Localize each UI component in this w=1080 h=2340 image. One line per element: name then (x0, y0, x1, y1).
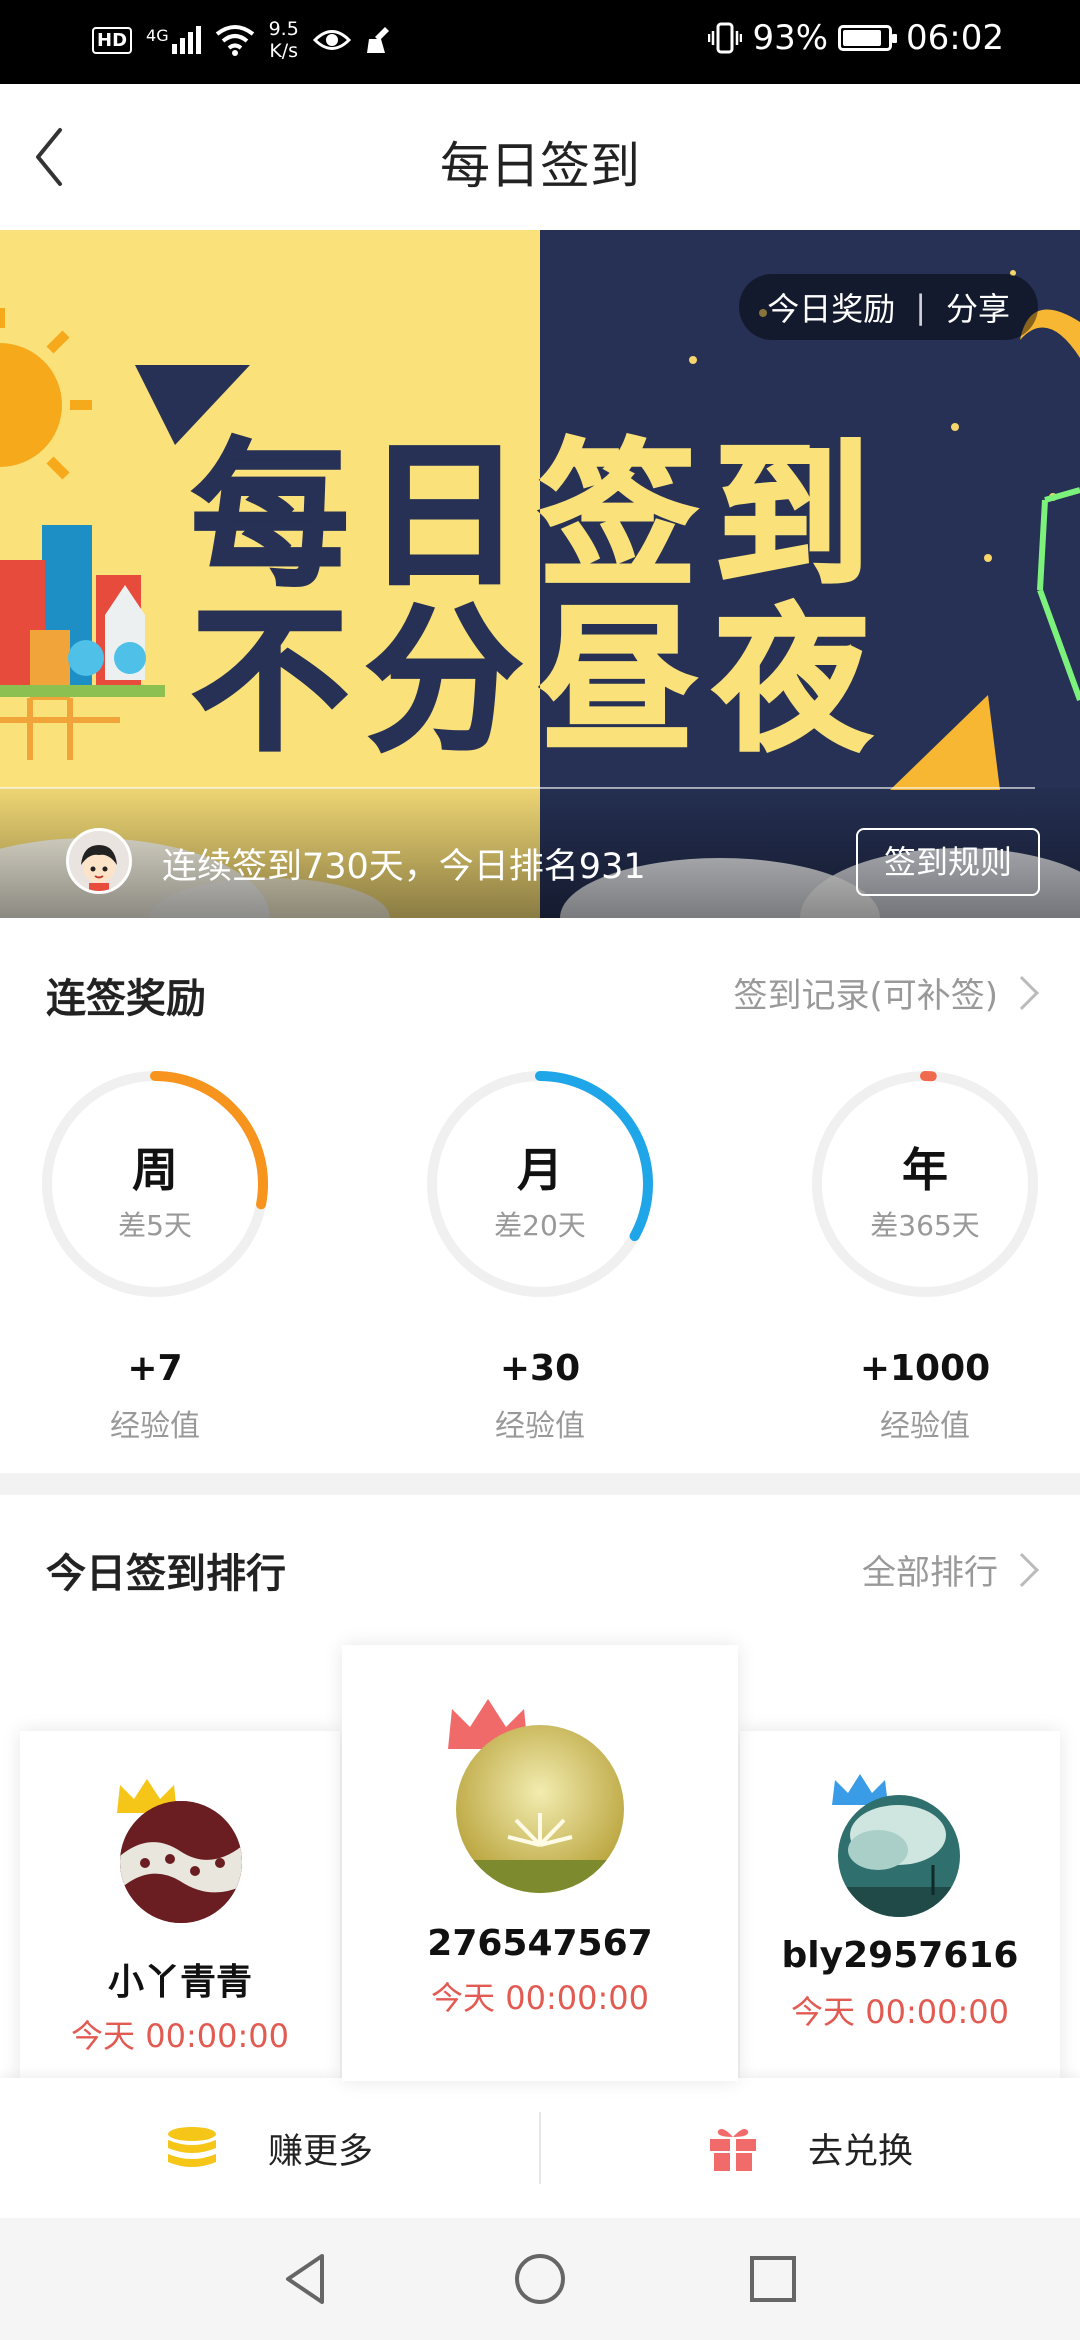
reward-remaining: 差5天 (118, 1209, 192, 1242)
status-bar: HD 4G 9.5 K/s 93% 06:02 (0, 0, 1080, 84)
reward-unit: 经验值 (880, 1409, 970, 1444)
system-nav-bar (0, 2218, 1080, 2340)
battery-percent: 93% (752, 18, 829, 58)
reward-points: +7 (127, 1348, 183, 1389)
rank-time: 今天 00:00:00 (431, 1979, 649, 2017)
network-speed: 9.5 K/s (269, 18, 299, 62)
status-right: 93% 06:02 (708, 18, 1004, 58)
page-title: 每日签到 (440, 137, 640, 195)
today-reward-link[interactable]: 今日奖励 (767, 284, 895, 330)
battery-icon (838, 25, 898, 51)
reward-period-label: 月 (517, 1143, 563, 1197)
speed-value: 9.5 (268, 18, 299, 40)
progress-ring: 月 差20天 (420, 1064, 660, 1304)
nav-back-icon[interactable] (274, 2246, 340, 2312)
reward-points: +1000 (859, 1348, 991, 1389)
daily-checkin-screen: HD 4G 9.5 K/s 93% 06:02 每日签到 每日签到 不分昼夜 每… (0, 0, 1080, 2340)
reward-week[interactable]: 周 差5天 +7 经验值 (35, 1064, 275, 1445)
reward-period-label: 周 (132, 1143, 178, 1197)
user-avatar-illustration (81, 845, 117, 891)
avatar[interactable] (66, 828, 132, 894)
clock: 06:02 (906, 18, 1004, 58)
wifi-icon (215, 25, 254, 56)
checkin-banner: 每日签到 不分昼夜 每日签到 不分昼夜 今日奖励 | 分享 连续签到730天，今… (0, 230, 1080, 918)
rank-card-2[interactable]: 小丫青青 今天 00:00:00 (20, 1731, 340, 2081)
nav-home-icon[interactable] (507, 2246, 573, 2312)
all-ranking-label: 全部排行 (862, 1553, 998, 1593)
earn-more-button[interactable]: 赚更多 (0, 2078, 539, 2218)
reward-points: +30 (499, 1348, 581, 1389)
earn-more-label: 赚更多 (267, 2131, 373, 2172)
progress-ring: 年 差365天 (805, 1064, 1045, 1304)
coins-icon (167, 2127, 216, 2167)
reward-period-label: 年 (902, 1143, 948, 1197)
rank-name: bly2957616 (781, 1935, 1019, 1976)
section-title-ranking: 今日签到排行 (46, 1551, 286, 1597)
today-ranking-section: 今日签到排行 全部排行 小丫青青 今天 00:00:00 276547567 今… (0, 1495, 1080, 2090)
streak-text: 连续签到730天，今日排名931 (162, 847, 646, 887)
speed-unit: K/s (269, 40, 299, 62)
chevron-right-icon (1005, 975, 1039, 1010)
app-header: 每日签到 (0, 84, 1080, 230)
all-ranking-link[interactable]: 全部排行 (862, 1545, 1039, 1594)
reward-remaining: 差365天 (870, 1209, 980, 1242)
avatar-image (838, 1795, 960, 1917)
battery-fill (843, 30, 882, 46)
progress-ring: 周 差5天 (35, 1064, 275, 1304)
redeem-button[interactable]: 去兑换 (541, 2078, 1080, 2218)
avatar (838, 1795, 960, 1917)
rank-card-3[interactable]: bly2957616 今天 00:00:00 (740, 1731, 1060, 2081)
reward-remaining: 差20天 (494, 1209, 586, 1242)
eye-icon (312, 30, 351, 50)
status-left: HD 4G 9.5 K/s (92, 18, 395, 62)
avatar (456, 1725, 624, 1893)
chevron-right-icon (1005, 1552, 1039, 1587)
checkin-record-label: 签到记录(可补签) (733, 976, 998, 1016)
pill-separator: | (915, 288, 926, 326)
rank-time: 今天 00:00:00 (71, 2017, 289, 2055)
redeem-label: 去兑换 (807, 2131, 913, 2172)
rank-time: 今天 00:00:00 (791, 1993, 1009, 2031)
reward-share-pill: 今日奖励 | 分享 (739, 274, 1038, 340)
avatar (120, 1801, 242, 1923)
checkin-rules-button[interactable]: 签到规则 (856, 828, 1040, 896)
avatar-image (120, 1801, 242, 1923)
reward-unit: 经验值 (495, 1409, 585, 1444)
avatar-image (456, 1725, 624, 1893)
gift-icon (709, 2129, 756, 2171)
reward-month[interactable]: 月 差20天 +30 经验值 (420, 1064, 660, 1445)
reward-year[interactable]: 年 差365天 +1000 经验值 (805, 1064, 1045, 1445)
vibrate-icon (708, 22, 743, 54)
share-link[interactable]: 分享 (946, 284, 1010, 330)
hd-indicator: HD (92, 26, 133, 54)
rank-name: 276547567 (427, 1923, 653, 1964)
cleaner-icon (366, 27, 389, 53)
bottom-action-bar: 赚更多 去兑换 (0, 2078, 1080, 2218)
streak-rewards-section: 连签奖励 签到记录(可补签) 周 差5天 +7 经验值 月 差20天 +30 经… (0, 918, 1080, 1473)
signal-icon: 4G (146, 26, 201, 54)
nav-recents-icon[interactable] (740, 2246, 806, 2312)
streak-row: 连续签到730天，今日排名931 签到规则 (0, 788, 1080, 918)
rank-card-1[interactable]: 276547567 今天 00:00:00 (342, 1645, 738, 2081)
rank-name: 小丫青青 (107, 1962, 252, 2003)
section-divider (0, 1473, 1080, 1495)
network-type: 4G (146, 26, 169, 45)
checkin-record-link[interactable]: 签到记录(可补签) (733, 968, 1039, 1017)
section-title-rewards: 连签奖励 (46, 976, 206, 1022)
reward-unit: 经验值 (110, 1409, 200, 1444)
